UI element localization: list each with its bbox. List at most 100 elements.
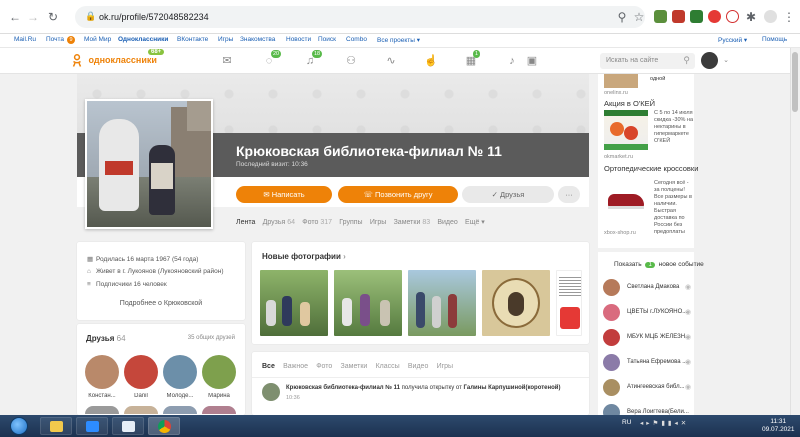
tab-more[interactable]: Ещё ▾	[465, 218, 485, 226]
guests-icon[interactable]: ∿	[384, 54, 398, 68]
online-friend-item[interactable]: Светлана Дмакова ◉	[603, 279, 693, 297]
bookmark-link[interactable]: Все проекты ▾	[377, 36, 420, 44]
friends-status-button[interactable]: ✓ Друзья	[462, 186, 554, 203]
bookmark-link[interactable]: Новости	[286, 36, 311, 43]
language-link[interactable]: Русский ▾	[718, 36, 747, 44]
subscribers-line[interactable]: ≡ Подписчики 16 человек	[87, 281, 167, 288]
site-logo[interactable]: одноклассники 68+	[72, 49, 165, 67]
reload-icon[interactable]: ↻	[46, 10, 60, 24]
taskbar-chrome[interactable]	[148, 417, 180, 435]
notifications-icon[interactable]: ♫ 18	[303, 50, 323, 68]
photo-thumbnail[interactable]	[260, 270, 328, 336]
zoom-icon[interactable]: ⚲	[615, 10, 629, 24]
friend-item[interactable]: Марина	[201, 355, 237, 399]
scrollbar-thumb[interactable]	[792, 52, 798, 112]
tab-groups[interactable]: Группы	[339, 219, 362, 226]
feed-tab-games[interactable]: Игры	[437, 363, 454, 370]
bookmark-link[interactable]: Mail.Ru	[14, 36, 36, 43]
extension-icon[interactable]	[726, 10, 739, 23]
mail-icon[interactable]: ✉	[220, 54, 234, 68]
video-call-icon[interactable]: ◉	[685, 283, 691, 291]
ad-image[interactable]	[604, 74, 638, 88]
likes-icon[interactable]: ☝	[424, 54, 438, 68]
chevron-down-icon[interactable]: ⌄	[719, 54, 733, 68]
mutual-friends[interactable]: 35 общих друзей	[188, 335, 235, 341]
clock[interactable]: 11:31 09.07.2021	[762, 418, 795, 434]
friend-item[interactable]: Констан...	[84, 355, 120, 399]
tab-notes[interactable]: Заметки 83	[394, 219, 431, 226]
video-icon[interactable]: ▣	[525, 54, 539, 68]
avatar[interactable]	[85, 406, 119, 414]
avatar[interactable]	[124, 406, 158, 414]
ad-image[interactable]	[604, 182, 648, 216]
avatar[interactable]	[202, 406, 236, 414]
tab-friends[interactable]: Друзья 64	[263, 219, 295, 226]
feed-tab-notes[interactable]: Заметки	[341, 363, 368, 370]
video-call-icon[interactable]: ◉	[685, 333, 691, 341]
feed-tab-important[interactable]: Важное	[283, 363, 308, 370]
friends-icon[interactable]: ⚇	[344, 54, 358, 68]
bookmark-star-icon[interactable]: ☆	[632, 10, 646, 24]
video-call-icon[interactable]: ◉	[685, 358, 691, 366]
start-button[interactable]	[10, 417, 28, 435]
friend-item[interactable]: Danil	[123, 355, 159, 399]
photo-thumbnail[interactable]	[334, 270, 402, 336]
ad-source[interactable]: xbox-shop.ru	[604, 230, 636, 236]
avatar[interactable]	[163, 406, 197, 414]
feed-tab-all[interactable]: Все	[262, 363, 275, 370]
extension-icon[interactable]	[690, 10, 703, 23]
video-call-icon[interactable]: ◉	[685, 383, 691, 391]
user-avatar[interactable]	[701, 52, 718, 69]
forward-arrow-icon[interactable]: →	[26, 10, 40, 24]
photo-thumbnail[interactable]	[556, 270, 582, 336]
more-about-link[interactable]: Подробнее о Крюковской	[77, 300, 245, 307]
ad-source[interactable]: onelinx.ru	[604, 90, 628, 96]
tab-photos[interactable]: Фото 317	[302, 219, 332, 226]
friends-card-title[interactable]: Друзья 64	[86, 334, 126, 343]
feed-tab-video[interactable]: Видео	[408, 363, 428, 370]
feed-tab-photo[interactable]: Фото	[316, 363, 332, 370]
online-friend-item[interactable]: Вера Лоигтева(Бели...	[603, 404, 693, 415]
bookmark-link[interactable]: Поиск	[318, 36, 336, 43]
bookmark-link[interactable]: Почта	[46, 36, 64, 43]
profile-icon[interactable]	[764, 10, 777, 23]
call-friend-button[interactable]: ☏ Позвонить другу	[338, 186, 458, 203]
more-actions-button[interactable]: ···	[558, 186, 580, 203]
discussions-icon[interactable]: ◌ 20	[262, 50, 282, 68]
site-search-input[interactable]: Искать на сайте ⚲	[600, 53, 695, 69]
tab-games[interactable]: Игры	[370, 219, 387, 226]
music-icon[interactable]: ♪	[505, 54, 519, 68]
taskbar-app[interactable]	[112, 417, 144, 435]
online-friend-item[interactable]: ЦВЕТЫ г.ЛУКОЯНО... ◉	[603, 304, 693, 322]
ad-title[interactable]: Акция в О'КЕЙ	[604, 99, 655, 108]
bookmark-link[interactable]: Мой Мир	[84, 36, 111, 43]
feed-tab-classes[interactable]: Классы	[376, 363, 400, 370]
back-arrow-icon[interactable]: ←	[8, 10, 22, 24]
write-button[interactable]: ✉ Написать	[236, 186, 332, 203]
extension-icon[interactable]	[708, 10, 721, 23]
photo-thumbnail[interactable]	[408, 270, 476, 336]
bookmark-link[interactable]: Знакомства	[240, 36, 275, 43]
new-photos-title[interactable]: Новые фотографии ›	[262, 252, 346, 261]
profile-photo[interactable]	[85, 99, 213, 229]
events-header[interactable]: Показать 1 новое событие	[614, 261, 704, 268]
taskbar-explorer[interactable]	[40, 417, 72, 435]
online-friend-item[interactable]: Татьяна Ефремова ... ◉	[603, 354, 693, 372]
ad-source[interactable]: okmarket.ru	[604, 154, 633, 160]
taskbar-zoom[interactable]	[76, 417, 108, 435]
friend-item[interactable]: Молоде...	[162, 355, 198, 399]
tray-icons[interactable]: ◂▸⚑▮▮◂✕	[640, 419, 689, 427]
address-bar[interactable]: 🔒 ok.ru/profile/572048582234	[75, 6, 645, 28]
video-call-icon[interactable]: ◉	[685, 308, 691, 316]
tab-feed[interactable]: Лента	[236, 219, 255, 226]
extension-icon[interactable]	[654, 10, 667, 23]
language-indicator[interactable]: RU	[622, 419, 631, 426]
online-friend-item[interactable]: МБУК МЦБ ЖЕЛЕЗН... ◉	[603, 329, 693, 347]
bookmark-link[interactable]: ВКонтакте	[177, 36, 208, 43]
ad-title[interactable]: Ортопедические кроссовки	[604, 164, 698, 173]
search-icon[interactable]: ⚲	[683, 55, 690, 66]
gifts-icon[interactable]: ▦ 1	[464, 50, 481, 68]
bookmark-link[interactable]: Игры	[218, 36, 233, 43]
bookmark-link[interactable]: Combo	[346, 36, 367, 43]
tab-video[interactable]: Видео	[437, 219, 457, 226]
